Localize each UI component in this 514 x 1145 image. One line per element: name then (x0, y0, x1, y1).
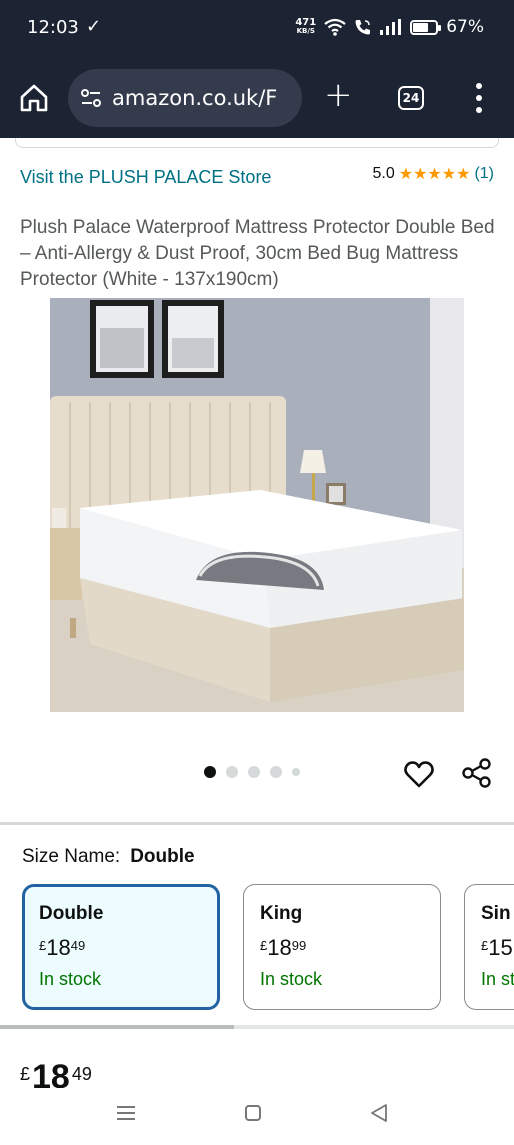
carousel-dot[interactable] (292, 768, 300, 776)
overflow-menu-icon[interactable] (470, 81, 490, 115)
size-option-card[interactable]: King £18 99 In stock (243, 884, 441, 1010)
carousel-dots[interactable] (204, 766, 300, 778)
wifi-icon (324, 18, 346, 36)
size-option-name: Double (39, 903, 104, 924)
battery-fill (413, 22, 428, 32)
network-speed-unit: KB/S (296, 27, 315, 35)
site-settings-icon[interactable] (80, 88, 102, 108)
status-time: 12:03 (27, 17, 79, 38)
size-scroll-thumb[interactable] (0, 1025, 234, 1029)
size-options: Double £18 49 In stock King £18 99 In stock Sin £… (22, 884, 514, 1012)
battery-percent: 67% (446, 17, 484, 37)
rating-summary[interactable]: 5.0 ★★★★★ (1) (372, 164, 494, 184)
section-divider (0, 822, 514, 825)
main-price: £ 18 49 (20, 1060, 92, 1088)
star-rating-icon: ★★★★★ (398, 166, 471, 183)
product-title: Plush Palace Waterproof Mattress Protect… (20, 217, 495, 290)
size-option-price: £15 (481, 935, 514, 961)
home-nav-icon[interactable] (245, 1105, 261, 1121)
carousel-dot[interactable] (248, 766, 260, 778)
tab-count: 24 (402, 91, 420, 105)
network-speed: 471 KB/S (295, 18, 316, 36)
size-option-price-whole: 15 (488, 935, 513, 960)
signal-icon (380, 19, 402, 35)
product-image[interactable] (50, 298, 464, 712)
price-currency: £ (20, 1064, 31, 1084)
wifi-calling-icon (355, 20, 371, 35)
heart-icon[interactable] (403, 758, 435, 790)
size-option-price-whole: 18 (46, 935, 71, 960)
size-option-price: £18 49 (39, 935, 203, 961)
new-tab-plus-icon[interactable]: + (324, 78, 353, 112)
size-option-name: King (260, 903, 303, 924)
size-option-card[interactable]: Sin £15 In st (464, 884, 514, 1010)
url-text[interactable]: amazon.co.uk/F (112, 86, 277, 110)
size-option-stock: In st (481, 969, 514, 989)
size-option-price-fraction: 99 (291, 938, 307, 953)
share-icon[interactable] (461, 757, 493, 789)
size-option-currency: £ (260, 938, 268, 953)
rating-value: 5.0 (372, 165, 395, 182)
back-icon[interactable] (370, 1103, 388, 1123)
network-speed-value: 471 (295, 17, 317, 28)
carousel-dot[interactable] (270, 766, 282, 778)
rating-count[interactable]: (1) (474, 165, 494, 183)
carousel-dot[interactable] (204, 766, 216, 778)
size-option-price-whole: 18 (267, 935, 292, 960)
size-option-price: £18 99 (260, 935, 424, 961)
price-fraction: 49 (71, 1064, 92, 1084)
size-label: Size Name: Double (22, 846, 195, 868)
browser-toolbar: amazon.co.uk/F + 24 (0, 56, 514, 138)
size-option-card[interactable]: Double £18 49 In stock (22, 884, 220, 1010)
status-bar: 12:03 ✓ 471 KB/S 67% (0, 0, 514, 56)
download-check-icon: ✓ (86, 16, 102, 37)
tab-switcher-icon[interactable]: 24 (398, 86, 424, 110)
size-option-currency: £ (481, 938, 489, 953)
battery-icon (410, 19, 442, 35)
store-link[interactable]: Visit the PLUSH PALACE Store (20, 164, 280, 190)
recents-icon[interactable] (117, 1105, 135, 1121)
home-icon[interactable] (18, 82, 50, 114)
size-option-stock: In stock (260, 969, 323, 989)
size-option-stock: In stock (39, 969, 102, 989)
size-option-currency: £ (39, 938, 47, 953)
url-bar[interactable]: amazon.co.uk/F (68, 69, 302, 127)
header-card-edge (15, 138, 499, 148)
size-label-text: Size Name: (22, 846, 121, 867)
status-icons: 471 KB/S 67% (295, 17, 484, 37)
price-whole: 18 (32, 1060, 70, 1088)
size-selected-value: Double (130, 846, 195, 867)
system-nav-bar (0, 1088, 514, 1145)
size-option-name: Sin (481, 903, 511, 924)
size-scroll-track (0, 1025, 514, 1029)
size-option-price-fraction: 49 (70, 938, 86, 953)
carousel-dot[interactable] (226, 766, 238, 778)
